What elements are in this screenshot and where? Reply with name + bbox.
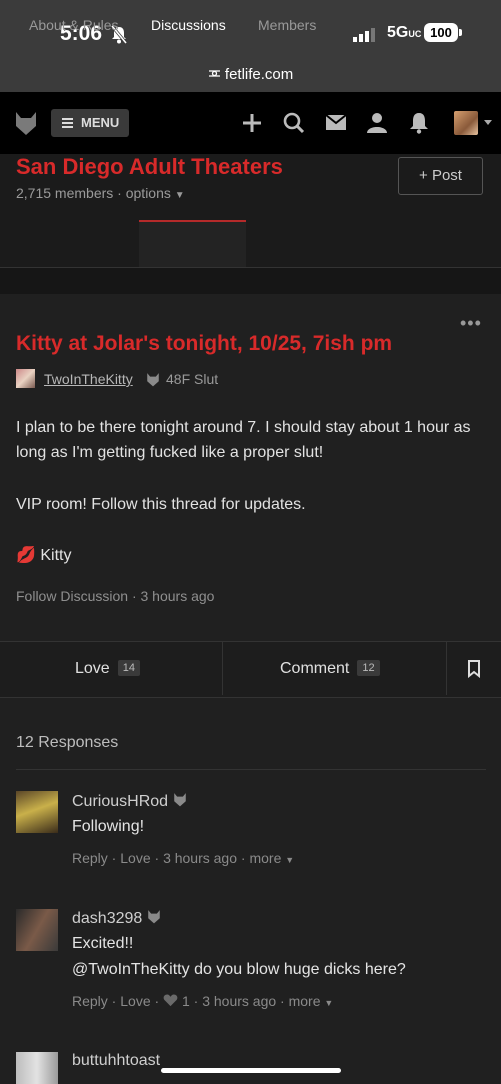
comment-love-count: 1 [181,993,190,1009]
action-divider [446,642,447,695]
posted-time: 3 hours ago [140,588,215,604]
fetlife-badge-icon [147,910,160,924]
notification-bell-icon[interactable] [409,112,429,134]
commenter-name[interactable]: buttuhhtoast [72,1052,160,1070]
author-link[interactable]: TwoInTheKitty [44,371,133,387]
menu-button[interactable]: MENU [51,109,129,137]
tab-about-rules[interactable]: About & Rules [29,17,119,33]
author-avatar[interactable] [16,369,35,388]
more-options-icon[interactable]: ••• [460,313,482,334]
url-text: fetlife.com [224,66,294,83]
user-avatar[interactable] [454,111,478,135]
comment-text: Excited!! [72,935,134,952]
fetlife-logo-icon[interactable] [14,110,38,136]
love-button[interactable]: Love 14 [75,660,140,678]
more-link[interactable]: more [249,850,281,866]
more-caret-icon[interactable]: ▼ [285,855,294,865]
love-link[interactable]: Love [120,850,150,866]
section-gap [0,268,501,294]
discussion-title: Kitty at Jolar's tonight, 10/25, 7ish pm [16,332,393,355]
bookmark-icon[interactable] [467,660,481,678]
comment-text: @TwoInTheKitty do you blow huge dicks he… [72,961,406,978]
commenter-avatar[interactable] [16,791,58,833]
options-link[interactable]: options [126,185,171,201]
commenter-name[interactable]: CuriousHRod [72,792,187,811]
responses-divider [16,769,486,770]
kiss-icon: 💋 [16,547,36,564]
plus-icon[interactable] [241,112,263,134]
meta-separator: · [117,185,126,201]
site-settings-icon [208,70,220,77]
group-meta: 2,715 members · options ▼ [16,185,185,201]
love-link[interactable]: Love [120,993,150,1009]
follow-discussion-link[interactable]: Follow Discussion [16,588,128,604]
more-caret-icon[interactable]: ▼ [324,998,333,1008]
commenter-name[interactable]: dash3298 [72,909,161,928]
tab-discussions[interactable]: Discussions [151,17,226,33]
discussion-footer: Follow Discussion · 3 hours ago [16,588,214,604]
discussion-paragraph: I plan to be there tonight around 7. I s… [16,419,471,461]
tab-members[interactable]: Members [258,17,316,33]
discussion-paragraph: VIP room! Follow this thread for updates… [16,496,306,513]
home-indicator[interactable] [161,1068,341,1073]
mail-icon[interactable] [325,112,347,132]
commenter-avatar[interactable] [16,1052,58,1084]
discussion-signature: 💋 Kitty [16,543,486,568]
comment-label: Comment [280,660,350,677]
comment-meta: Reply · Love · 3 hours ago · more ▼ [72,850,295,866]
user-icon[interactable] [367,112,387,134]
battery-indicator: 100 [424,23,458,42]
address-bar[interactable]: fetlife.com [0,66,501,83]
responses-heading: 12 Responses [16,734,119,751]
comment-count: 12 [357,660,380,676]
fetlife-badge-icon [147,373,159,387]
fetlife-badge-icon [173,793,186,807]
search-icon[interactable] [283,112,305,134]
group-title[interactable]: San Diego Adult Theaters [16,154,283,180]
member-count[interactable]: 2,715 members [16,185,113,201]
menu-label: MENU [81,115,120,130]
comment-time: 3 hours ago [202,993,277,1009]
love-count: 14 [117,660,140,676]
hamburger-icon [62,118,73,128]
battery-nub [459,29,462,36]
post-button[interactable]: + Post [398,157,483,195]
signal-icon [353,28,375,42]
author-meta: 48F Slut [166,371,219,387]
comment-text: Following! [72,818,145,835]
comment-meta: Reply · Love · 1 · 3 hours ago · more ▼ [72,993,334,1009]
heart-icon [163,994,178,1007]
footer-separator: · [131,588,141,604]
action-divider [222,642,223,695]
options-caret-icon[interactable]: ▼ [175,190,185,201]
reply-link[interactable]: Reply [72,993,108,1009]
comment-button[interactable]: Comment 12 [280,660,380,678]
commenter-avatar[interactable] [16,909,58,951]
love-label: Love [75,660,110,677]
more-link[interactable]: more [289,993,321,1009]
group-tabs [0,220,501,268]
reply-link[interactable]: Reply [72,850,108,866]
comment-time: 3 hours ago [163,850,238,866]
avatar-dropdown-icon[interactable] [484,120,492,125]
active-tab-indicator [139,220,246,267]
signature-text: Kitty [40,547,72,564]
network-label: 5GUC [387,24,422,41]
